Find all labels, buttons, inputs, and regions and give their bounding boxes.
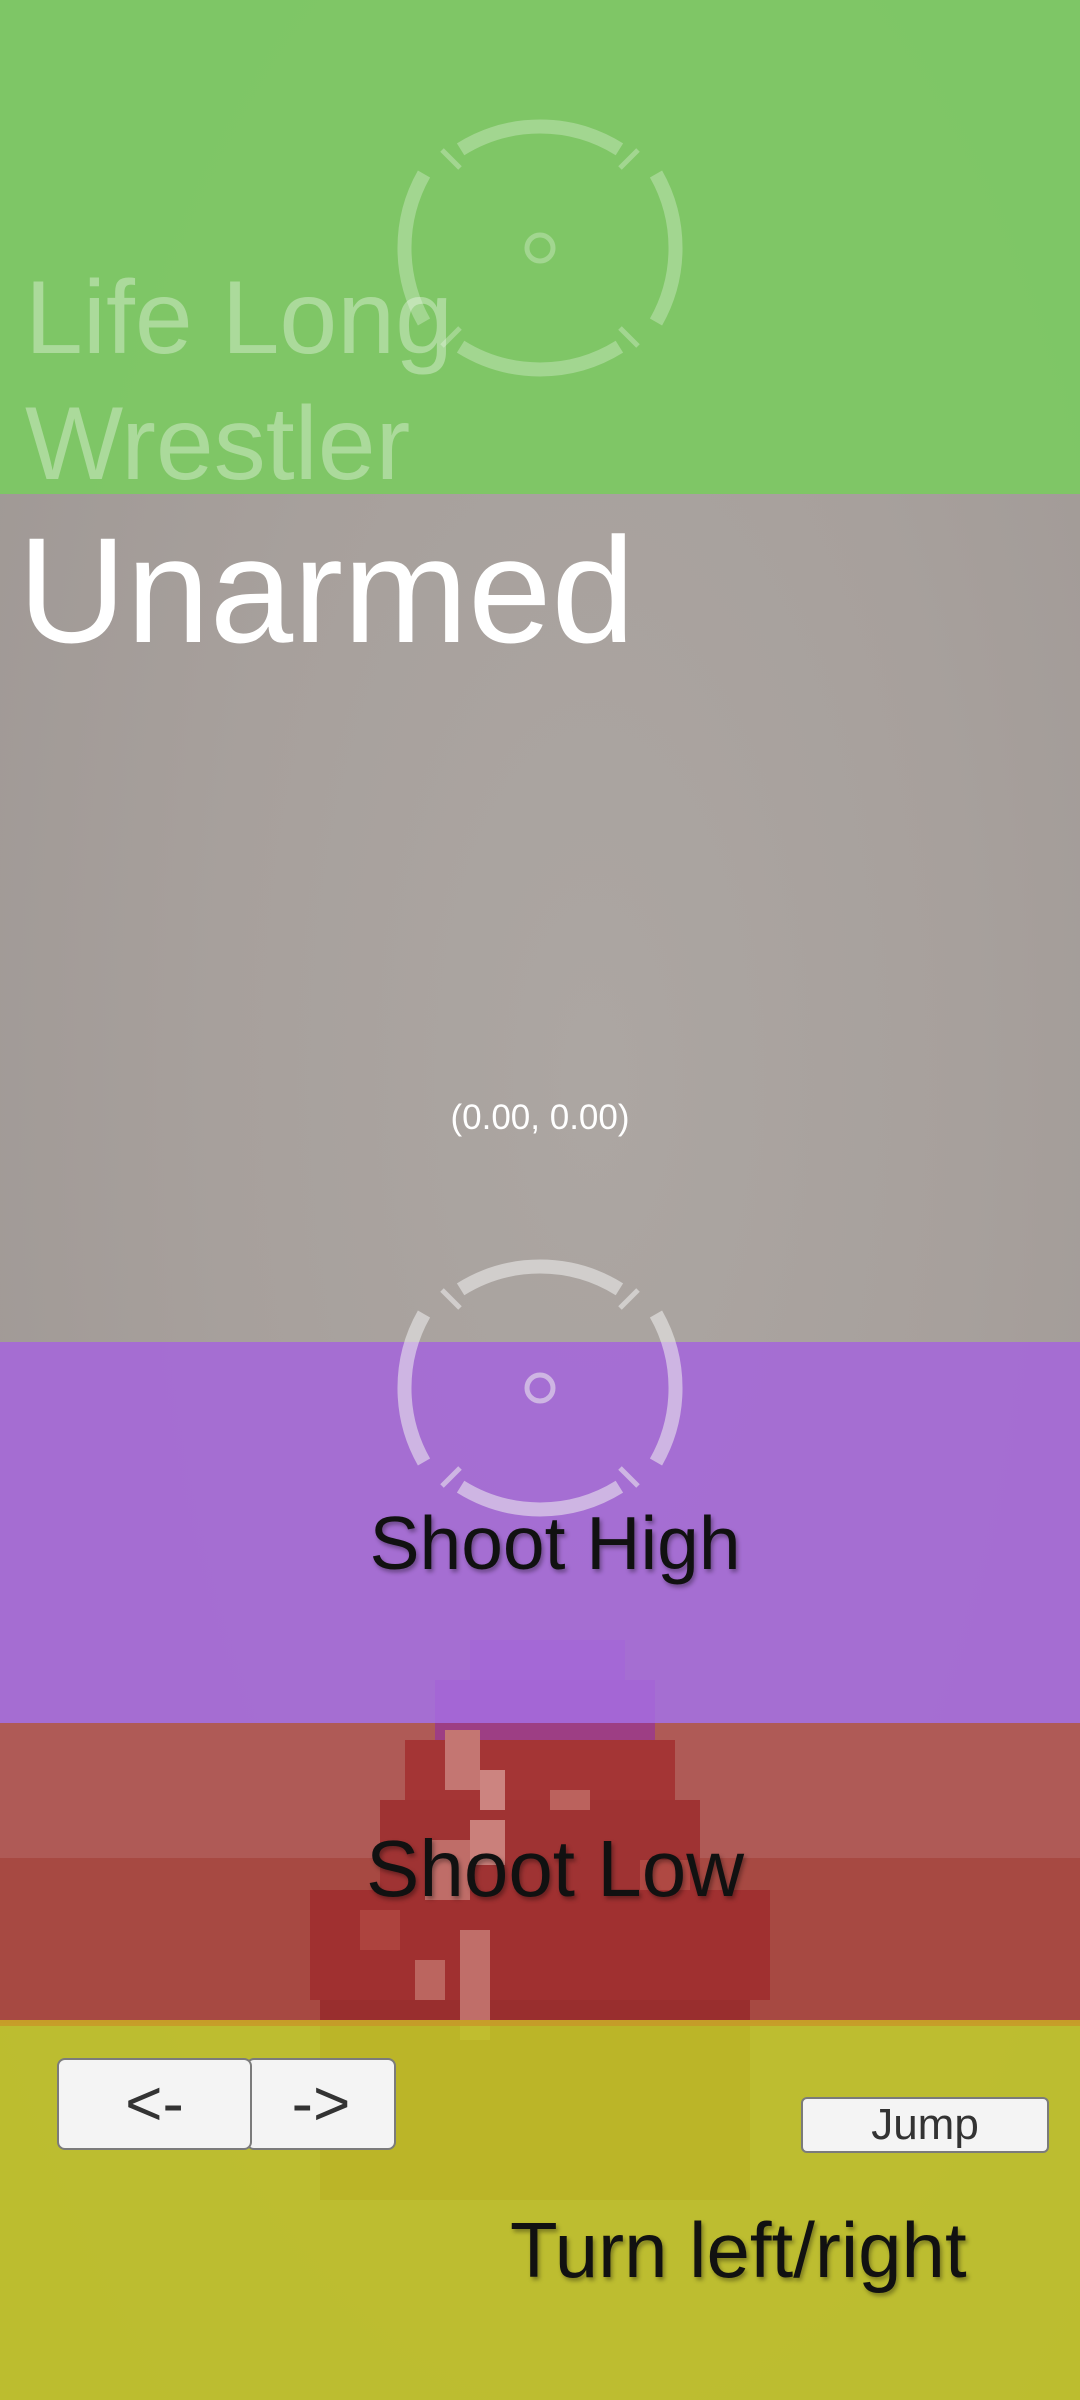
jump-button[interactable]: Jump	[801, 2097, 1049, 2153]
shoot-high-label: Shoot High	[369, 1501, 741, 1585]
shoot-low-label: Shoot Low	[365, 1824, 745, 1913]
weapon-name: Unarmed	[18, 506, 635, 674]
turn-left-right-label: Turn left/right	[510, 2206, 967, 2294]
aim-coordinate-readout: (0.00, 0.00)	[450, 1098, 630, 1137]
character-name: Life Long Wrestler	[25, 260, 453, 502]
turn-right-button[interactable]: ->	[246, 2058, 396, 2150]
game-screen: Life Long Wrestler Unarmed (0.00, 0.00) …	[0, 0, 1080, 2400]
turn-left-button[interactable]: <-	[57, 2058, 252, 2150]
